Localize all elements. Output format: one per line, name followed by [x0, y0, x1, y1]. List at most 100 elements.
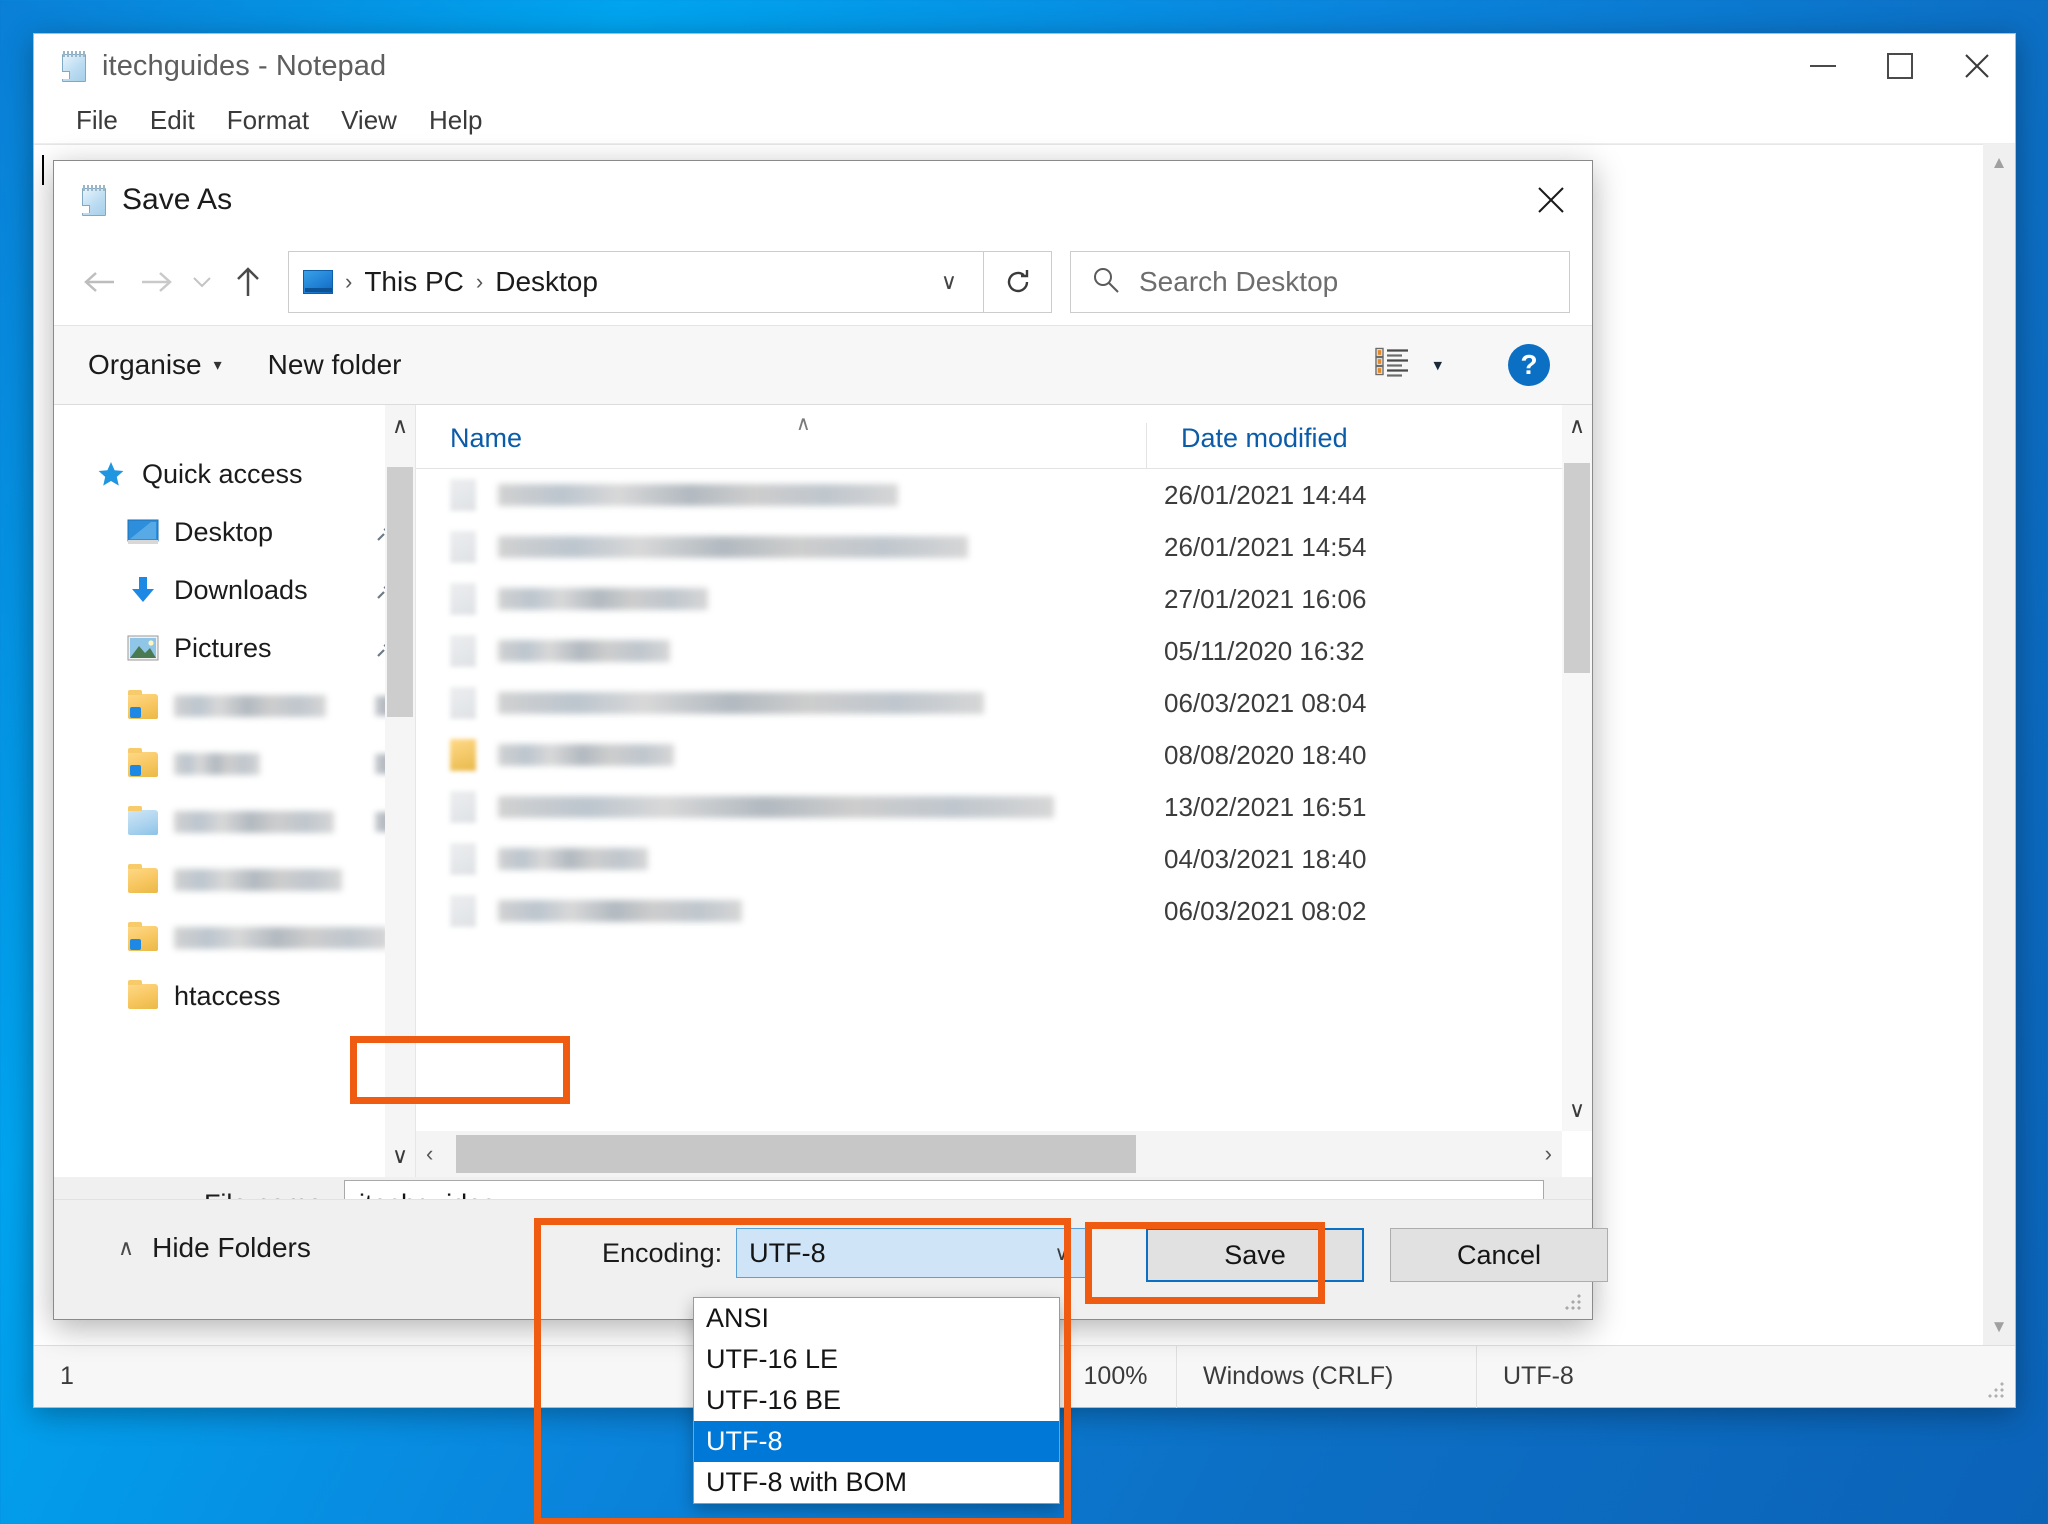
sidebar-item-redacted-4[interactable]	[54, 851, 415, 909]
dialog-resize-grip-icon[interactable]	[1564, 1293, 1582, 1311]
navigation-pane: Quick access Desktop Downloads	[54, 405, 416, 1177]
hscroll-left-icon[interactable]: ‹	[426, 1141, 433, 1167]
help-icon[interactable]: ?	[1508, 344, 1550, 386]
encoding-option-utf16-le[interactable]: UTF-16 LE	[694, 1339, 1059, 1380]
column-header-date-modified[interactable]: Date modified	[1146, 423, 1592, 468]
search-input[interactable]: Search Desktop	[1139, 266, 1338, 298]
cancel-button[interactable]: Cancel	[1390, 1228, 1608, 1282]
file-date-cell: 27/01/2021 16:06	[1146, 584, 1366, 615]
forward-icon[interactable]	[128, 254, 184, 310]
file-list-vertical-scrollbar[interactable]: ∧ ∨	[1562, 405, 1592, 1131]
resize-grip-icon[interactable]	[1987, 1381, 2005, 1399]
encoding-option-utf8-bom[interactable]: UTF-8 with BOM	[694, 1462, 1059, 1503]
file-list-header: Name Date modified ∧	[416, 405, 1592, 469]
sidebar-item-htaccess[interactable]: htaccess	[54, 967, 415, 1025]
hide-folders-button[interactable]: ∧ Hide Folders	[118, 1232, 311, 1264]
back-icon[interactable]	[72, 254, 128, 310]
menu-edit[interactable]: Edit	[150, 105, 195, 136]
menu-format[interactable]: Format	[227, 105, 309, 136]
sidebar-item-downloads[interactable]: Downloads	[54, 561, 415, 619]
download-icon	[126, 575, 160, 605]
table-row[interactable]: 04/03/2021 18:40	[416, 833, 1592, 885]
scroll-up-icon[interactable]: ▲	[1991, 144, 2008, 181]
encoding-dropdown-list[interactable]: ANSI UTF-16 LE UTF-16 BE UTF-8 UTF-8 wit…	[693, 1297, 1060, 1504]
sidebar-item-redacted-1[interactable]	[54, 677, 415, 735]
table-row[interactable]: 26/01/2021 14:54	[416, 521, 1592, 573]
up-icon[interactable]	[220, 254, 276, 310]
menu-help[interactable]: Help	[429, 105, 482, 136]
file-name-redacted	[498, 796, 1054, 818]
save-as-close-button[interactable]	[1510, 161, 1592, 239]
sidebar-item-quick-access[interactable]: Quick access	[54, 445, 415, 503]
sidebar-item-redacted-2[interactable]	[54, 735, 415, 793]
refresh-icon[interactable]	[984, 251, 1052, 313]
sidebar-label-redacted-4	[174, 869, 342, 891]
search-box[interactable]: Search Desktop	[1070, 251, 1570, 313]
file-date-cell: 04/03/2021 18:40	[1146, 844, 1366, 875]
star-icon	[94, 459, 128, 489]
table-row[interactable]: 27/01/2021 16:06	[416, 573, 1592, 625]
table-row[interactable]: 26/01/2021 14:44	[416, 469, 1592, 521]
minimize-button[interactable]	[1784, 34, 1861, 98]
breadcrumb-chevron-down-icon[interactable]: ∨	[921, 269, 977, 295]
encoding-select[interactable]: UTF-8 ∨	[736, 1228, 1086, 1278]
status-encoding[interactable]: UTF-8	[1476, 1346, 2015, 1408]
breadcrumb-separator-2: ›	[476, 269, 483, 295]
breadcrumb-desktop[interactable]: Desktop	[495, 266, 598, 298]
table-row[interactable]: 05/11/2020 16:32	[416, 625, 1592, 677]
sidebar-item-redacted-5[interactable]	[54, 909, 415, 967]
file-date-cell: 06/03/2021 08:04	[1146, 688, 1366, 719]
save-as-browser-body: Quick access Desktop Downloads	[54, 405, 1592, 1177]
breadcrumb[interactable]: › This PC › Desktop ∨	[288, 251, 984, 313]
list-view-icon[interactable]	[1375, 347, 1411, 384]
table-row[interactable]: 06/03/2021 08:02	[416, 885, 1592, 937]
file-icon	[450, 635, 476, 667]
view-options[interactable]: ▾	[1375, 347, 1442, 384]
scroll-down-icon[interactable]: ▼	[1991, 1308, 2008, 1345]
column-header-name[interactable]: Name	[416, 423, 1146, 468]
file-name-redacted	[498, 484, 898, 506]
file-name-redacted	[498, 692, 984, 714]
file-list-scroll-down-icon[interactable]: ∨	[1569, 1089, 1585, 1131]
hide-folders-label: Hide Folders	[152, 1232, 311, 1264]
file-date-cell: 06/03/2021 08:02	[1146, 896, 1366, 927]
file-list-scroll-up-icon[interactable]: ∧	[1569, 405, 1585, 447]
organise-button[interactable]: Organise ▾	[88, 349, 222, 381]
maximize-button[interactable]	[1861, 34, 1938, 98]
hscroll-right-icon[interactable]: ›	[1545, 1141, 1552, 1167]
table-row[interactable]: 08/08/2020 18:40	[416, 729, 1592, 781]
file-date-cell: 13/02/2021 16:51	[1146, 792, 1366, 823]
save-button[interactable]: Save	[1146, 1228, 1364, 1282]
file-list-horizontal-scrollbar[interactable]: ‹ ›	[416, 1131, 1562, 1177]
chevron-up-icon: ∧	[118, 1235, 134, 1261]
menu-file[interactable]: File	[76, 105, 118, 136]
save-as-title: Save As	[122, 183, 232, 217]
encoding-option-utf8[interactable]: UTF-8	[694, 1421, 1059, 1462]
sidebar-scrollbar[interactable]: ∧ ∨	[385, 405, 415, 1177]
breadcrumb-this-pc[interactable]: This PC	[364, 266, 464, 298]
sidebar-scroll-thumb[interactable]	[387, 467, 413, 717]
status-zoom[interactable]: 100%	[1054, 1346, 1176, 1408]
sidebar-item-desktop[interactable]: Desktop	[54, 503, 415, 561]
close-button[interactable]	[1938, 34, 2015, 98]
encoding-option-ansi[interactable]: ANSI	[694, 1298, 1059, 1339]
new-folder-button[interactable]: New folder	[268, 349, 402, 381]
file-list-scroll-thumb[interactable]	[1564, 463, 1590, 673]
hscroll-thumb[interactable]	[456, 1135, 1136, 1173]
status-line-ending[interactable]: Windows (CRLF)	[1176, 1346, 1476, 1408]
recent-locations-icon[interactable]	[184, 254, 220, 310]
notepad-titlebar: itechguides - Notepad	[34, 34, 2015, 98]
sidebar-item-redacted-3[interactable]	[54, 793, 415, 851]
sidebar-scroll-down-icon[interactable]: ∨	[392, 1135, 408, 1177]
chevron-down-icon[interactable]: ∨	[1054, 1241, 1085, 1266]
menu-view[interactable]: View	[341, 105, 397, 136]
table-row[interactable]: 13/02/2021 16:51	[416, 781, 1592, 833]
encoding-option-utf16-be[interactable]: UTF-16 BE	[694, 1380, 1059, 1421]
file-list-pane: Name Date modified ∧ 26/01/2021 14:44 26…	[416, 405, 1592, 1177]
file-name-cell	[416, 791, 1146, 823]
view-caret-icon[interactable]: ▾	[1433, 355, 1442, 375]
notepad-vertical-scrollbar[interactable]: ▲ ▼	[1983, 144, 2015, 1345]
sidebar-item-pictures[interactable]: Pictures	[54, 619, 415, 677]
sidebar-scroll-up-icon[interactable]: ∧	[392, 405, 408, 447]
table-row[interactable]: 06/03/2021 08:04	[416, 677, 1592, 729]
